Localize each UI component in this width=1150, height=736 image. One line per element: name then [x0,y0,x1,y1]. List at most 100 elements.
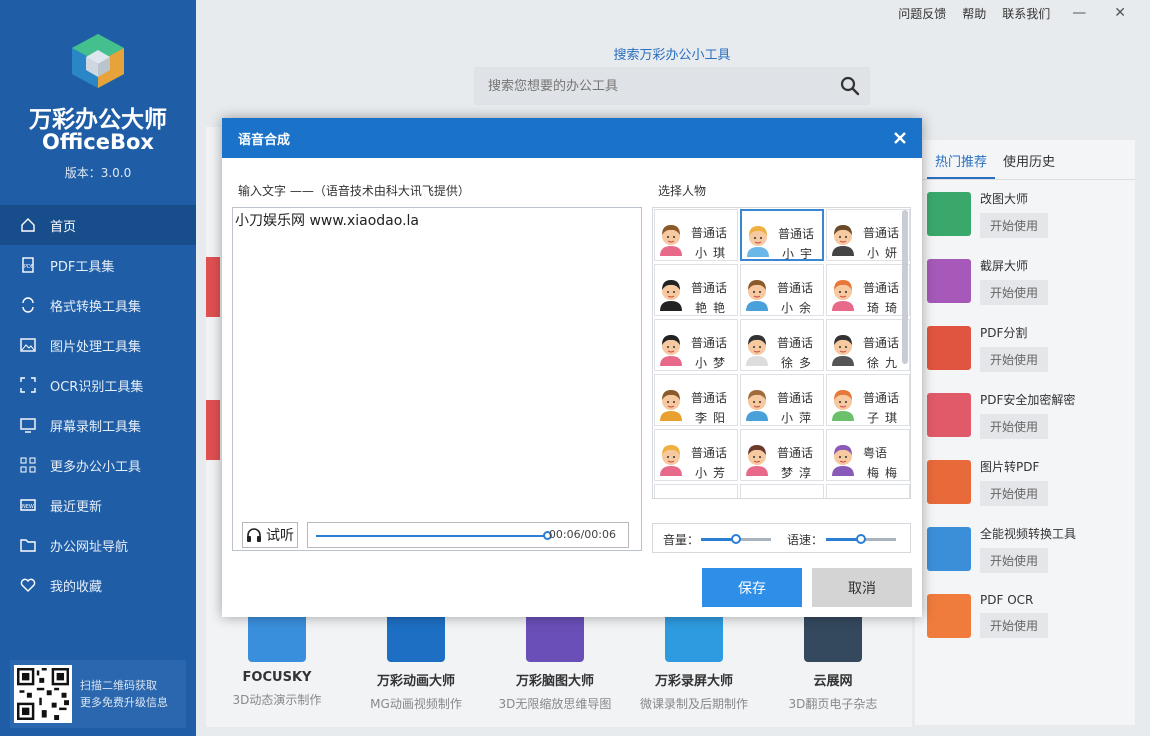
pdf-icon: PDF [22,257,34,273]
voice-option[interactable]: 粤语 [740,484,824,499]
product-desc: 微课录制及后期制作 [639,697,748,711]
avatar-icon [660,335,682,366]
start-button[interactable]: 开始使用 [980,346,1049,372]
voice-option[interactable]: 普通话 小萍 [740,374,824,426]
start-button[interactable]: 开始使用 [980,212,1049,238]
sidebar-item-label: PDF工具集 [50,259,115,275]
voice-option[interactable]: 普通话 琦琦 [826,264,910,316]
tts-dialog: 语音合成 输入文字 ——（语音技术由科大讯飞提供） 小刀娱乐网 www.xiao… [222,118,922,617]
new-icon: NEW [20,499,36,511]
right-panel-tabs: 热门推荐 使用历史 [915,140,1135,180]
sidebar-item-convert[interactable]: 格式转换工具集 [0,285,196,325]
start-button[interactable]: 开始使用 [980,413,1049,439]
tool-icon [927,459,971,504]
search-icon[interactable] [840,76,860,96]
start-button[interactable]: 开始使用 [980,480,1049,506]
voice-option[interactable]: 普通话 小芳 [654,429,738,481]
recommend-item[interactable]: PDF分割 开始使用 [915,314,1135,381]
sidebar-item-new[interactable]: NEW 最近更新 [0,485,196,525]
product-name: 万彩动画大师 [376,674,455,689]
product-desc: 3D无限缩放思维导图 [498,697,612,711]
start-button[interactable]: 开始使用 [980,613,1049,638]
minimize-button[interactable]: — [1066,5,1092,21]
voice-option[interactable]: 粤语 梅梅 [826,429,910,481]
cancel-button[interactable]: 取消 [812,568,912,607]
window-close-button[interactable]: ✕ [1108,5,1132,21]
recommend-item[interactable]: 截屏大师 开始使用 [915,247,1135,314]
voice-option[interactable]: 粤语 [654,484,738,498]
speed-label: 语速： [787,533,824,547]
voice-option[interactable]: 普通话 徐九 [826,319,910,371]
sidebar-item-label: 屏幕录制工具集 [50,419,142,435]
sidebar-item-pdf[interactable]: PDF PDF工具集 [0,245,196,285]
voice-option[interactable]: 童声 [826,484,910,498]
recommend-item[interactable]: 全能视频转换工具 开始使用 [915,515,1135,582]
avatar-icon [832,225,854,256]
close-icon[interactable] [890,128,910,148]
start-button[interactable]: 开始使用 [980,279,1049,305]
speed-handle[interactable] [856,534,866,544]
sidebar-item-screen[interactable]: 屏幕录制工具集 [0,405,196,445]
voice-scrollbar[interactable] [902,210,908,364]
sidebar: 万彩办公大师 OfficeBox 版本：3.0.0 首页 PDF PDF工具集 格式转… [0,0,196,736]
voice-name: 子琪 [867,411,904,425]
recommend-item[interactable]: 改图大师 开始使用 [915,180,1135,247]
product-card[interactable]: 云展网 3D翻页电子杂志 [763,612,903,712]
voice-option[interactable]: 普通话 小宇 [740,209,824,261]
avatar-icon [832,280,854,311]
tab-history[interactable]: 使用历史 [995,140,1063,179]
avatar-icon [660,280,682,311]
volume-slider[interactable] [701,534,771,544]
voice-option[interactable]: 普通话 李阳 [654,374,738,426]
sidebar-item-label: 更多办公小工具 [50,459,142,475]
search-input[interactable] [474,67,824,105]
sidebar-item-label: 图片处理工具集 [50,339,142,355]
voice-language: 普通话 [777,446,814,460]
save-button[interactable]: 保存 [702,568,802,607]
speed-slider[interactable] [826,534,896,544]
feedback-link[interactable]: 问题反馈 [898,5,946,22]
sidebar-item-home[interactable]: 首页 [0,205,196,245]
help-link[interactable]: 帮助 [962,5,986,22]
heart-icon [20,578,36,592]
text-input[interactable]: 小刀娱乐网 www.xiaodao.la [232,207,642,551]
avatar-icon [747,226,769,257]
avatar-icon [660,445,682,476]
sidebar-item-label: 办公网址导航 [50,539,129,555]
screen-icon [20,418,36,433]
sidebar-item-label: 最近更新 [50,499,103,515]
voice-option[interactable]: 普通话 艳艳 [654,264,738,316]
voice-option[interactable]: 普通话 小琪 [654,209,738,261]
volume-handle[interactable] [731,534,741,544]
sidebar-item-image[interactable]: 图片处理工具集 [0,325,196,365]
voice-name: 小妍 [867,246,904,260]
voice-option[interactable]: 普通话 子琪 [826,374,910,426]
voice-language: 普通话 [777,336,814,350]
voice-option[interactable]: 普通话 小梦 [654,319,738,371]
recommend-item[interactable]: PDF OCR 开始使用 [915,582,1135,649]
preview-button[interactable]: 试听 [242,522,298,548]
voice-option[interactable]: 普通话 徐多 [740,319,824,371]
product-card[interactable]: 万彩动画大师 MG动画视频制作 [346,612,486,712]
avatar-icon [660,390,682,421]
voice-name: 徐九 [867,356,904,370]
voice-option[interactable]: 普通话 小妍 [826,209,910,261]
avatar-icon [744,497,770,499]
recommend-item[interactable]: 图片转PDF 开始使用 [915,448,1135,515]
start-button[interactable]: 开始使用 [980,547,1049,573]
sidebar-item-folder[interactable]: 办公网址导航 [0,525,196,565]
product-card[interactable]: 万彩录屏大师 微课录制及后期制作 [624,612,764,712]
contact-link[interactable]: 联系我们 [1002,5,1050,22]
voice-name: 小梦 [695,356,732,370]
voice-option[interactable]: 普通话 梦淳 [740,429,824,481]
voice-option[interactable]: 普通话 小余 [740,264,824,316]
product-card[interactable]: FOCUSKY 3D动态演示制作 [207,612,347,708]
headphones-icon [247,528,261,542]
sidebar-item-grid[interactable]: 更多办公小工具 [0,445,196,485]
sidebar-item-heart[interactable]: 我的收藏 [0,565,196,605]
product-card[interactable]: 万彩脑图大师 3D无限缩放思维导图 [485,612,625,712]
tab-hot[interactable]: 热门推荐 [927,140,996,179]
recommend-item[interactable]: PDF安全加密解密 开始使用 [915,381,1135,448]
sidebar-nav: 首页 PDF PDF工具集格式转换工具集图片处理工具集 OCR识别工具集屏幕录制工具集… [0,205,196,605]
sidebar-item-ocr[interactable]: OCR识别工具集 [0,365,196,405]
